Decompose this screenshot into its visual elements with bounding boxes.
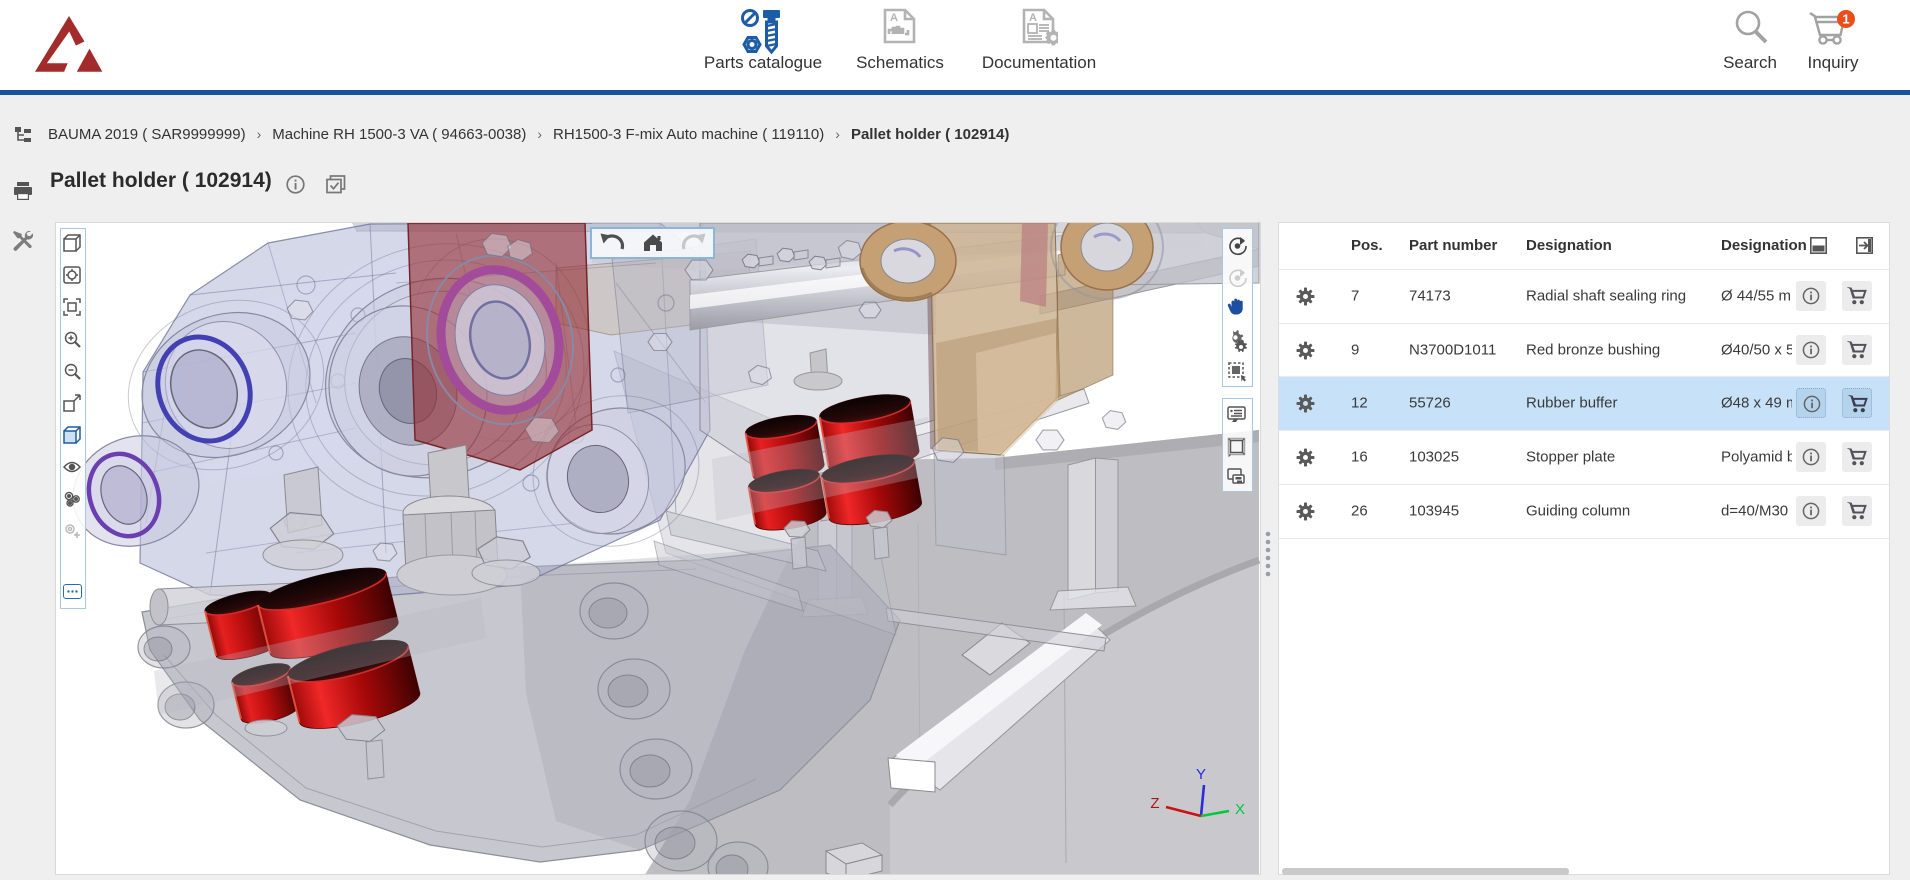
svg-text:Z: Z bbox=[1150, 795, 1159, 812]
svg-text:A: A bbox=[1029, 12, 1037, 24]
svg-text:X: X bbox=[1235, 801, 1245, 818]
svg-text:Y: Y bbox=[1196, 766, 1206, 783]
svg-text:1: 1 bbox=[1842, 12, 1849, 27]
svg-text:A: A bbox=[890, 12, 898, 24]
